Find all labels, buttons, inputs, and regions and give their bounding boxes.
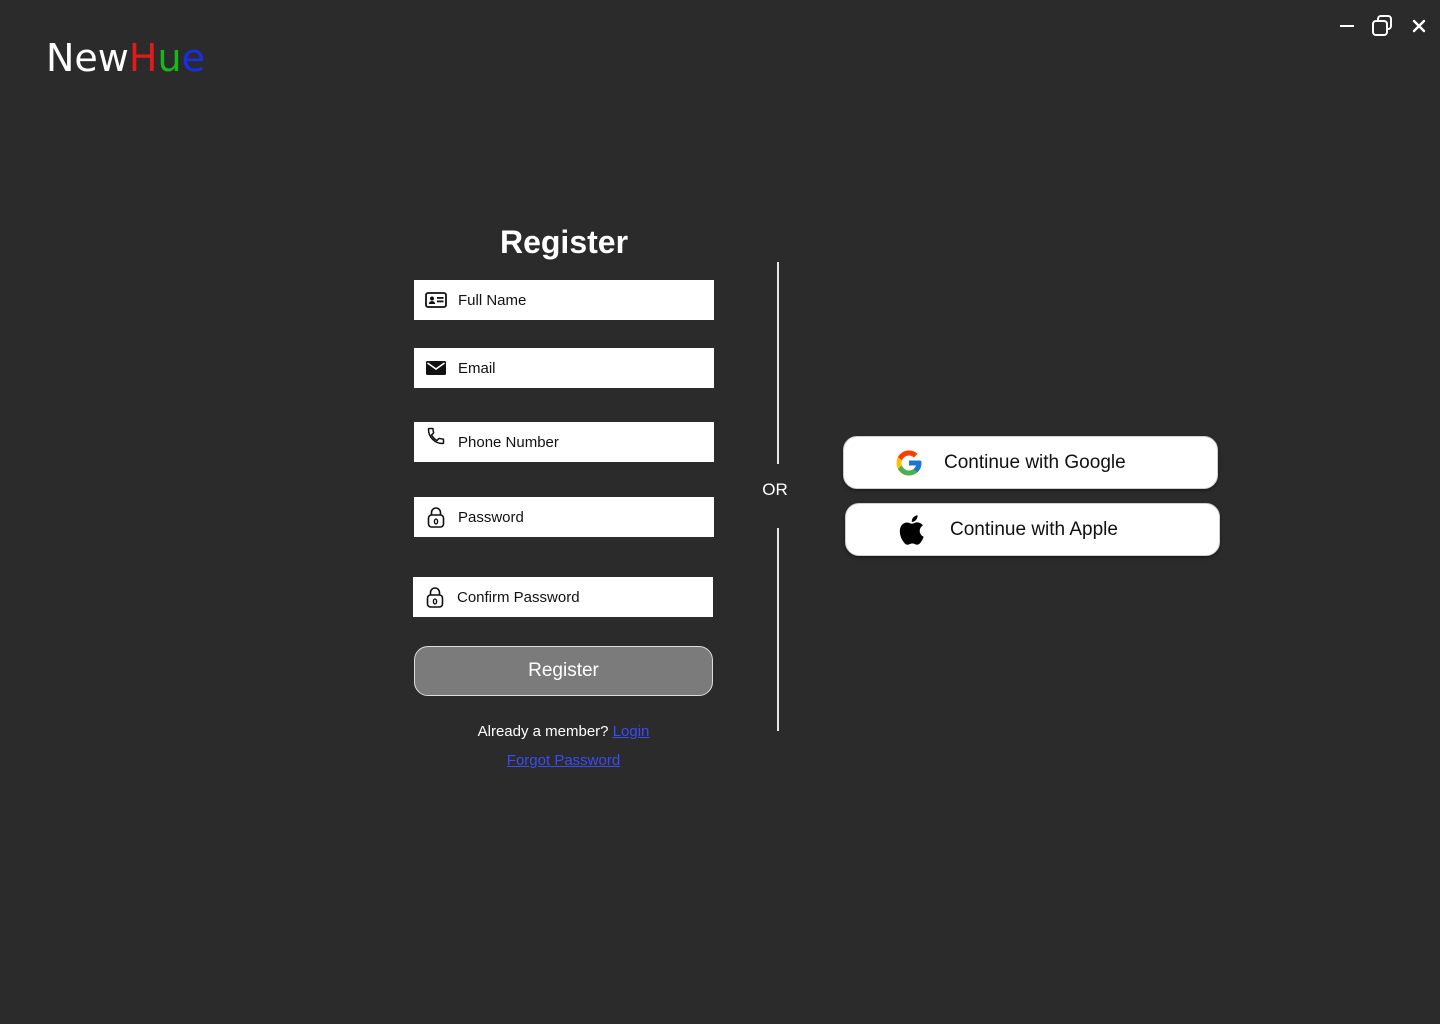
close-icon (1412, 19, 1426, 33)
lock-icon (424, 505, 448, 529)
logo-part-h: H (128, 36, 158, 80)
minimize-icon (1340, 25, 1354, 27)
email-field[interactable] (414, 348, 714, 388)
password-input[interactable] (458, 508, 698, 526)
register-window: NewHue Register Full Name Email Phone Nu… (0, 0, 1440, 1024)
full-name-field[interactable] (414, 280, 714, 320)
phone-input[interactable] (458, 433, 698, 451)
register-button[interactable]: Register (414, 646, 713, 696)
login-link[interactable]: Login (613, 723, 650, 740)
continue-with-google-button[interactable]: Continue with Google (843, 436, 1218, 489)
member-text: Already a member? (477, 723, 609, 740)
phone-field[interactable] (414, 422, 714, 462)
lock-icon (423, 585, 447, 609)
password-field[interactable] (414, 497, 714, 537)
login-prompt: Already a member? Login (414, 722, 713, 742)
continue-with-apple-button[interactable]: Continue with Apple (845, 503, 1220, 556)
phone-icon (424, 426, 448, 450)
confirm-password-field[interactable] (413, 577, 713, 617)
restore-icon (1372, 15, 1392, 36)
confirm-password-input[interactable] (457, 588, 697, 606)
apple-icon (895, 514, 927, 546)
google-button-label: Continue with Google (944, 451, 1126, 473)
divider-line-top (777, 262, 779, 464)
mail-icon (424, 356, 448, 380)
id-card-icon (424, 288, 448, 312)
logo-part-new: New (46, 36, 129, 80)
logo-part-u: u (157, 36, 182, 80)
full-name-input[interactable] (458, 291, 698, 309)
forgot-password-row: Forgot Password (414, 751, 713, 771)
app-logo: NewHue (46, 36, 205, 80)
page-title: Register (499, 224, 629, 260)
logo-part-e: e (181, 36, 205, 80)
google-icon (893, 447, 925, 479)
close-button[interactable] (1405, 12, 1433, 40)
email-input[interactable] (458, 359, 698, 377)
forgot-password-link[interactable]: Forgot Password (507, 752, 620, 769)
minimize-button[interactable] (1333, 12, 1361, 40)
or-label: OR (762, 480, 788, 499)
divider-line-bottom (777, 528, 779, 731)
apple-button-label: Continue with Apple (950, 518, 1118, 540)
restore-button[interactable] (1368, 12, 1396, 40)
